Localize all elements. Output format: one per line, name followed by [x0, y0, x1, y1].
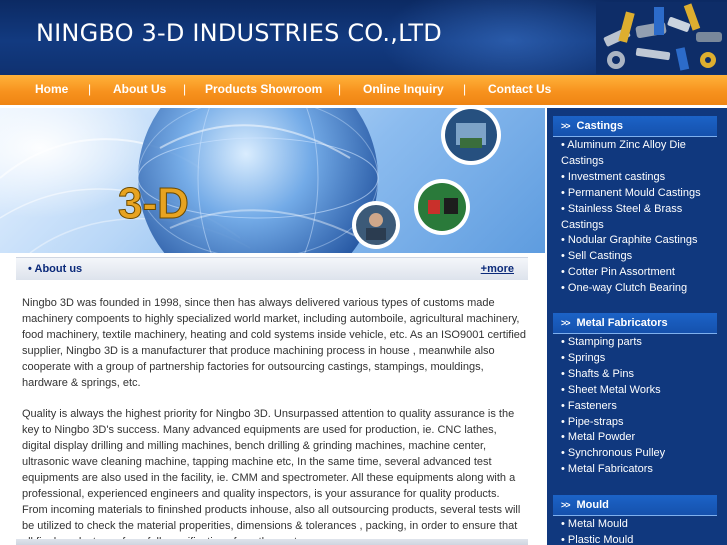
about-us-heading: • About us	[28, 263, 83, 275]
category-list: • Metal Mould • Plastic Mould	[553, 516, 717, 545]
about-header-bar: • About us +more	[16, 257, 528, 280]
nav-home-link[interactable]: Home	[35, 82, 68, 96]
category-item[interactable]: • Springs	[561, 351, 717, 367]
hero-banner: 3-D	[0, 108, 545, 253]
header-parts-image	[596, 2, 727, 74]
category-item[interactable]: • Metal Fabricators	[561, 462, 717, 478]
nav-separator: |	[338, 82, 342, 96]
category-item[interactable]: • Metal Mould	[561, 517, 717, 533]
banner-artwork: 3-D	[0, 108, 501, 253]
category-mould: >> Mould • Metal Mould • Plastic Mould	[553, 495, 717, 545]
svg-text:3-D: 3-D	[118, 179, 189, 228]
category-item[interactable]: • Cotter Pin Assortment	[561, 265, 717, 281]
category-castings: >> Castings • Aluminum Zinc Alloy Die Cas…	[553, 116, 717, 297]
category-header-metal-fabricators[interactable]: >> Metal Fabricators	[553, 313, 717, 334]
category-item[interactable]: • Permanent Mould Castings	[561, 186, 717, 202]
category-title: Metal Fabricators	[576, 317, 668, 329]
category-item[interactable]: • Stainless Steel & Brass Castings	[561, 202, 717, 234]
about-more-link[interactable]: +more	[481, 263, 514, 275]
category-title: Mould	[576, 499, 609, 511]
nav-online-inquiry-link[interactable]: Online Inquiry	[363, 82, 444, 96]
company-name: NINGBO 3-D INDUSTRIES CO.,LTD	[36, 19, 442, 47]
category-item[interactable]: • Shafts & Pins	[561, 367, 717, 383]
nav-contact-us-link[interactable]: Contact Us	[488, 82, 551, 96]
category-list: • Stamping parts • Springs • Shafts & Pi…	[553, 334, 717, 478]
double-chevron-icon: >>	[561, 121, 570, 131]
about-paragraph: Ningbo 3D was founded in 1998, since the…	[22, 297, 527, 389]
category-title: Castings	[576, 120, 623, 132]
category-item[interactable]: • One-way Clutch Bearing	[561, 281, 717, 297]
category-item[interactable]: • Pipe-straps	[561, 415, 717, 431]
category-item[interactable]: • Sheet Metal Works	[561, 383, 717, 399]
double-chevron-icon: >>	[561, 500, 570, 510]
category-item[interactable]: • Nodular Graphite Castings	[561, 233, 717, 249]
category-item[interactable]: • Sell Castings	[561, 249, 717, 265]
site-header: NINGBO 3-D INDUSTRIES CO.,LTD	[0, 0, 727, 75]
nav-products-showroom-link[interactable]: Products Showroom	[205, 82, 322, 96]
category-item[interactable]: • Plastic Mould	[561, 533, 717, 545]
nav-separator: |	[183, 82, 187, 96]
category-item[interactable]: • Investment castings	[561, 170, 717, 186]
nav-separator: |	[88, 82, 92, 96]
category-list: • Aluminum Zinc Alloy Die Castings • Inv…	[553, 137, 717, 297]
double-chevron-icon: >>	[561, 318, 570, 328]
category-header-castings[interactable]: >> Castings	[553, 116, 717, 137]
category-item[interactable]: • Aluminum Zinc Alloy Die Castings	[561, 138, 717, 170]
nav-separator: |	[463, 82, 467, 96]
nav-about-us-link[interactable]: About Us	[113, 82, 166, 96]
category-metal-fabricators: >> Metal Fabricators • Stamping parts • S…	[553, 313, 717, 478]
about-body: Ningbo 3D was founded in 1998, since the…	[22, 296, 527, 545]
category-item[interactable]: • Stamping parts	[561, 335, 717, 351]
category-item[interactable]: • Fasteners	[561, 399, 717, 415]
category-header-mould[interactable]: >> Mould	[553, 495, 717, 516]
section-footer-bar	[16, 539, 528, 545]
category-item[interactable]: • Metal Powder	[561, 430, 717, 446]
main-nav: Home | About Us | Products Showroom | On…	[0, 75, 727, 105]
about-paragraph: Quality is always the highest priority f…	[22, 408, 521, 545]
category-item[interactable]: • Synchronous Pulley	[561, 446, 717, 462]
